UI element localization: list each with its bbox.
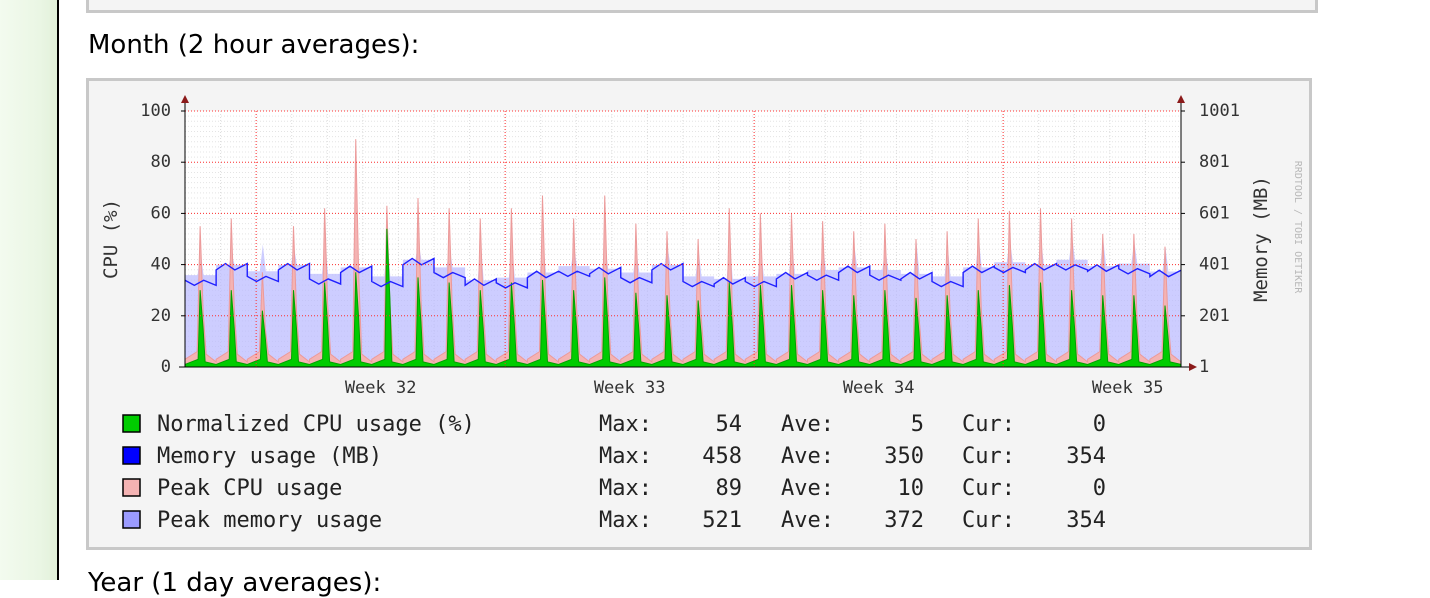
- legend-max-value: 54: [716, 412, 743, 437]
- legend-ave-label: Ave:: [781, 476, 834, 501]
- legend-cur-label: Cur:: [962, 508, 1015, 533]
- left-tick-label: 100: [140, 101, 171, 121]
- legend-cur-value: 354: [1066, 444, 1106, 469]
- legend-series-name: Peak memory usage: [157, 508, 382, 533]
- legend-swatch: [122, 446, 141, 465]
- legend-max-value: 521: [702, 508, 742, 533]
- legend-max-label: Max:: [599, 444, 652, 469]
- legend-ave-label: Ave:: [781, 412, 834, 437]
- legend-cur-label: Cur:: [962, 412, 1015, 437]
- right-tick-label: 801: [1199, 152, 1230, 172]
- legend-ave-label: Ave:: [781, 508, 834, 533]
- section-title: Month (2 hour averages):: [88, 30, 420, 60]
- legend-max-label: Max:: [599, 412, 652, 437]
- right-tick-label: 601: [1199, 203, 1230, 223]
- right-tick-label: 201: [1199, 306, 1230, 326]
- legend-ave-value: 350: [884, 444, 924, 469]
- chart-svg: 100 100180 80160 60140 40120 2010 1Week 32 Week…: [100, 95, 1303, 533]
- left-tick-label: 80: [151, 152, 171, 172]
- legend-swatch: [122, 478, 141, 497]
- legend-ave-value: 5: [911, 412, 924, 437]
- x-tick-label: Week 32: [345, 378, 417, 398]
- x-tick-label: Week 33: [594, 378, 666, 398]
- legend-max-value: 89: [716, 476, 743, 501]
- page-left-margin: [0, 0, 57, 580]
- x-tick-label: Week 34: [843, 378, 915, 398]
- legend-ave-label: Ave:: [781, 444, 834, 469]
- legend-ave-value: 372: [884, 508, 924, 533]
- legend-series-name: Peak CPU usage: [157, 476, 342, 501]
- legend-cur-value: 354: [1066, 508, 1106, 533]
- left-tick-label: 20: [151, 306, 171, 326]
- left-axis-title: CPU (%): [100, 199, 122, 279]
- x-axis-arrow: [1189, 363, 1197, 371]
- rrd-graph: 100 1001 80 801 60 601 40 401 20 201 0 1 Week 32 Week…: [86, 78, 1312, 550]
- legend-cur-label: Cur:: [962, 444, 1015, 469]
- left-tick-label: 60: [151, 203, 171, 223]
- right-axis-arrow: [1177, 95, 1185, 103]
- left-tick-label: 0: [161, 357, 171, 377]
- legend-cur-label: Cur:: [962, 476, 1015, 501]
- legend-cur-value: 0: [1093, 412, 1106, 437]
- previous-graph-frame: [86, 0, 1318, 13]
- next-section-title: Year (1 day averages):: [88, 568, 382, 598]
- legend-max-label: Max:: [599, 508, 652, 533]
- legend-ave-value: 10: [898, 476, 925, 501]
- content-border: [57, 0, 59, 580]
- legend-swatch: [122, 510, 141, 529]
- right-tick-label: 1001: [1199, 101, 1240, 121]
- legend-max-label: Max:: [599, 476, 652, 501]
- legend-series-name: Memory usage (MB): [157, 444, 382, 469]
- x-tick-label: Week 35: [1092, 378, 1164, 398]
- right-tick-label: 1: [1199, 357, 1209, 377]
- right-axis-title: Memory (MB): [1250, 176, 1272, 302]
- legend-cur-value: 0: [1093, 476, 1106, 501]
- legend-series-name: Normalized CPU usage (%): [157, 412, 475, 437]
- left-tick-label: 40: [151, 255, 171, 275]
- right-tick-label: 401: [1199, 255, 1230, 275]
- rrdtool-watermark: RRDTOOL / TOBI OETIKER: [1292, 161, 1303, 294]
- legend-max-value: 458: [702, 444, 742, 469]
- legend-swatch: [122, 414, 141, 433]
- left-axis-arrow: [181, 95, 189, 103]
